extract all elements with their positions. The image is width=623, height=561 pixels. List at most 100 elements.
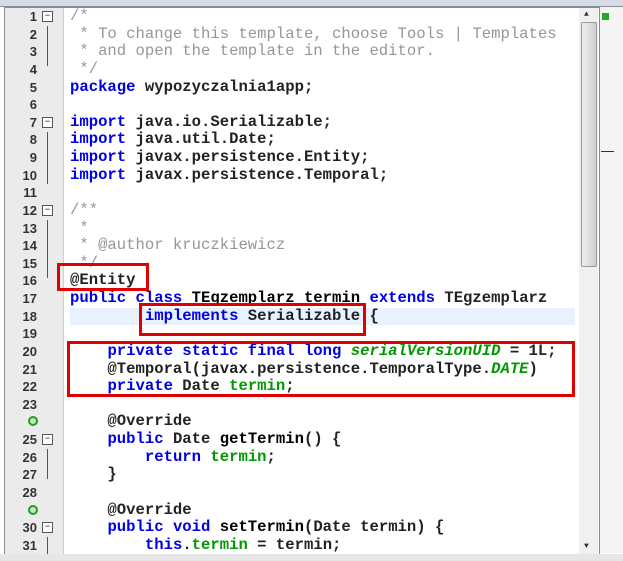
code-token: setTermin: [219, 518, 304, 537]
code-token: java.util.Date;: [126, 130, 276, 149]
line-number: 8: [29, 132, 37, 148]
override-annotation-icon[interactable]: [28, 416, 38, 427]
code-token: * @author kruczkiewicz: [70, 236, 286, 255]
code-token: /*: [70, 7, 89, 25]
line-number: 30: [22, 520, 37, 536]
code-line[interactable]: 13 *: [5, 219, 599, 238]
code-token: termin: [191, 535, 248, 554]
code-line[interactable]: 1− /*: [5, 8, 599, 26]
line-number: 17: [22, 291, 37, 307]
line-number: 19: [22, 326, 37, 342]
code-token: public: [107, 430, 164, 449]
fold-collapse-icon[interactable]: −: [42, 116, 53, 128]
line-number: 11: [23, 185, 37, 201]
code-line[interactable]: 7− import java.io.Serializable;: [5, 112, 599, 132]
code-token: return: [144, 447, 202, 466]
code-line[interactable]: @Override: [5, 500, 599, 520]
line-number: 22: [22, 379, 37, 395]
code-token: package: [70, 77, 136, 96]
code-line[interactable]: 25− public Date getTermin() {: [5, 430, 599, 449]
fold-collapse-icon[interactable]: −: [42, 204, 53, 216]
code-token: javax.persistence.Entity;: [126, 148, 370, 167]
scroll-down-arrow-icon[interactable]: ▼: [584, 542, 589, 551]
code-token: public void: [107, 518, 211, 537]
code-line[interactable]: 6: [5, 96, 599, 114]
code-text: /**: [70, 201, 98, 220]
code-line[interactable]: 28: [5, 484, 599, 502]
line-number: 13: [22, 220, 37, 236]
code-token: import: [70, 112, 127, 131]
code-token: extends: [369, 289, 435, 308]
fold-line: [47, 26, 48, 66]
code-text: package wypozyczalnia1app;: [70, 77, 313, 97]
code-text: * and open the template in the editor.: [70, 42, 435, 61]
code-token: */: [70, 59, 99, 78]
code-token: * To change this template, choose Tools …: [70, 24, 557, 43]
code-token: java.io.Serializable;: [126, 112, 333, 131]
code-line[interactable]: 26 return termin;: [5, 447, 599, 467]
line-number: 27: [22, 467, 37, 483]
code-token: termin: [210, 447, 267, 466]
code-token: import: [70, 130, 127, 149]
code-line[interactable]: 9 import javax.persistence.Entity;: [5, 148, 599, 167]
code-line[interactable]: 4 */: [5, 59, 599, 79]
code-line[interactable]: 10 import javax.persistence.Temporal;: [5, 165, 599, 185]
highlight-box-entity: [57, 263, 149, 291]
status-bar: [0, 554, 623, 561]
code-line[interactable]: 23: [5, 396, 599, 414]
code-line[interactable]: 12− /**: [5, 201, 599, 220]
code-text: *: [70, 219, 88, 238]
code-token: getTermin: [219, 430, 304, 449]
line-number: 28: [22, 485, 37, 500]
code-token: import: [70, 148, 127, 167]
code-token: @Override: [70, 500, 192, 519]
code-line[interactable]: 27 }: [5, 466, 599, 484]
code-line[interactable]: 3 * and open the template in the editor.: [5, 42, 599, 61]
line-number: 10: [22, 167, 37, 183]
fold-line: [47, 220, 48, 278]
code-line[interactable]: 14 * @author kruczkiewicz: [5, 236, 599, 255]
fold-line: [47, 449, 48, 479]
code-token: javax.persistence.Temporal;: [126, 165, 389, 184]
code-token: () {: [303, 430, 342, 449]
fold-collapse-icon[interactable]: −: [42, 522, 53, 534]
code-token: .: [182, 535, 192, 554]
error-stripe: [600, 7, 623, 553]
line-number: 4: [29, 61, 37, 77]
code-line[interactable]: 11: [5, 184, 599, 202]
code-token: (Date termin) {: [303, 518, 445, 537]
status-ok-icon: [602, 13, 609, 20]
code-text: public void setTermin(Date termin) {: [70, 518, 445, 537]
scroll-up-arrow-icon[interactable]: ▲: [584, 10, 589, 19]
code-line[interactable]: 30− public void setTermin(Date termin) {: [5, 518, 599, 537]
caret-position-marker-icon: [601, 151, 614, 152]
line-number: 31: [22, 537, 37, 553]
vertical-scrollbar[interactable]: ▲ ▼: [579, 8, 598, 554]
code-line[interactable]: 8 import java.util.Date;: [5, 131, 599, 149]
line-number: 14: [22, 238, 37, 254]
code-text: }: [70, 466, 116, 484]
code-line[interactable]: @Override: [5, 413, 599, 431]
code-line[interactable]: 2 * To change this template, choose Tool…: [5, 24, 599, 44]
code-line[interactable]: 31 this.termin = termin;: [5, 535, 599, 554]
line-number: 3: [29, 44, 37, 60]
code-text: * @author kruczkiewicz: [70, 236, 286, 255]
scrollbar-thumb[interactable]: [581, 22, 597, 267]
code-line[interactable]: 5 package wypozyczalnia1app;: [5, 77, 599, 97]
code-token: * and open the template in the editor.: [70, 42, 435, 61]
fold-collapse-icon[interactable]: −: [42, 434, 53, 446]
code-text: import java.util.Date;: [70, 131, 276, 149]
fold-collapse-icon[interactable]: −: [42, 11, 53, 22]
line-number: 7: [29, 114, 37, 130]
code-text: import javax.persistence.Entity;: [70, 148, 370, 167]
code-text: return termin;: [70, 447, 276, 467]
code-text: * To change this template, choose Tools …: [70, 24, 557, 44]
code-text: @Override: [70, 413, 191, 431]
line-number: 21: [22, 361, 37, 377]
override-annotation-icon[interactable]: [28, 504, 38, 515]
code-token: import: [70, 165, 127, 184]
